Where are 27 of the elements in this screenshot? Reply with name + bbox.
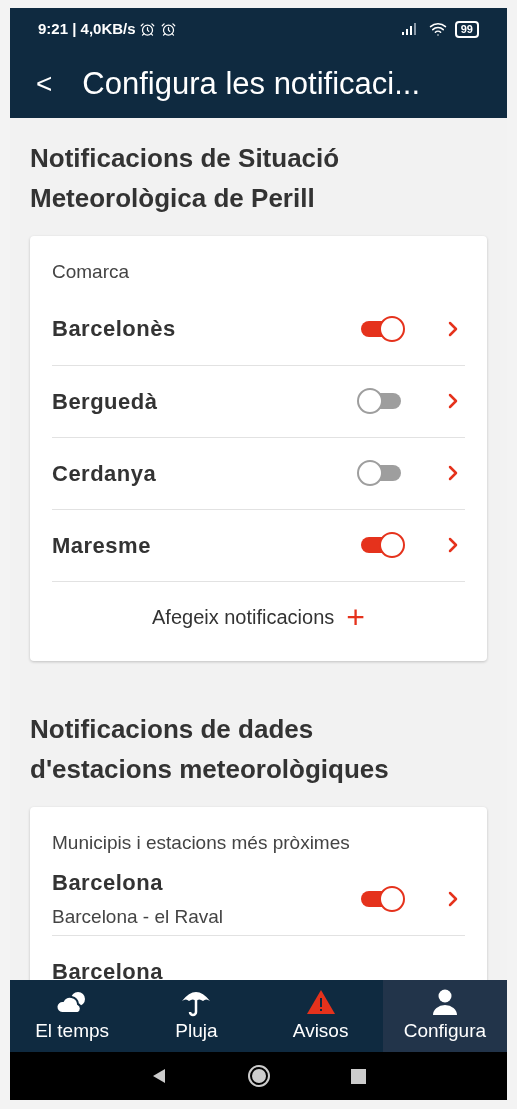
item-name: Berguedà — [52, 387, 159, 416]
nav-tab[interactable]: Avisos — [258, 980, 383, 1052]
home-icon[interactable] — [247, 1064, 271, 1088]
section-title: Notificacions de Situació Meteorològica de Perill — [30, 142, 341, 215]
page-title: Configura les notificaci... — [82, 64, 421, 103]
status-time: 9:21 | 4,0KB/s — [38, 18, 136, 39]
back-icon[interactable] — [151, 1068, 167, 1084]
recents-icon[interactable] — [351, 1068, 366, 1084]
item-name: Maresme — [52, 531, 152, 560]
card-label: Comarca — [52, 260, 131, 284]
signal-icon — [400, 23, 419, 35]
item-name: Barcelona — [52, 869, 164, 898]
nav-tab[interactable]: El temps — [10, 980, 135, 1052]
item-name: Barcelonès — [52, 315, 177, 343]
item-name: Barcelona — [52, 958, 164, 980]
nav-tab[interactable]: Pluja — [134, 980, 259, 1052]
add-notifications-button[interactable]: Afegeix notificacions + — [152, 601, 365, 633]
alarm-icon — [160, 21, 176, 37]
item-name: Cerdanya — [52, 459, 158, 488]
wifi-icon — [428, 20, 447, 38]
item-subtitle: Barcelona - el Raval — [52, 905, 225, 930]
nav-tab[interactable]: Configura — [382, 980, 507, 1052]
section-title: Notificacions de dades d'estacions meteorològiques — [30, 712, 390, 786]
card-label: Municipis i estacions més pròximes — [52, 830, 351, 855]
alarm-icon — [139, 21, 155, 37]
battery-indicator: 99 — [454, 20, 479, 38]
back-button[interactable]: < — [36, 70, 53, 98]
